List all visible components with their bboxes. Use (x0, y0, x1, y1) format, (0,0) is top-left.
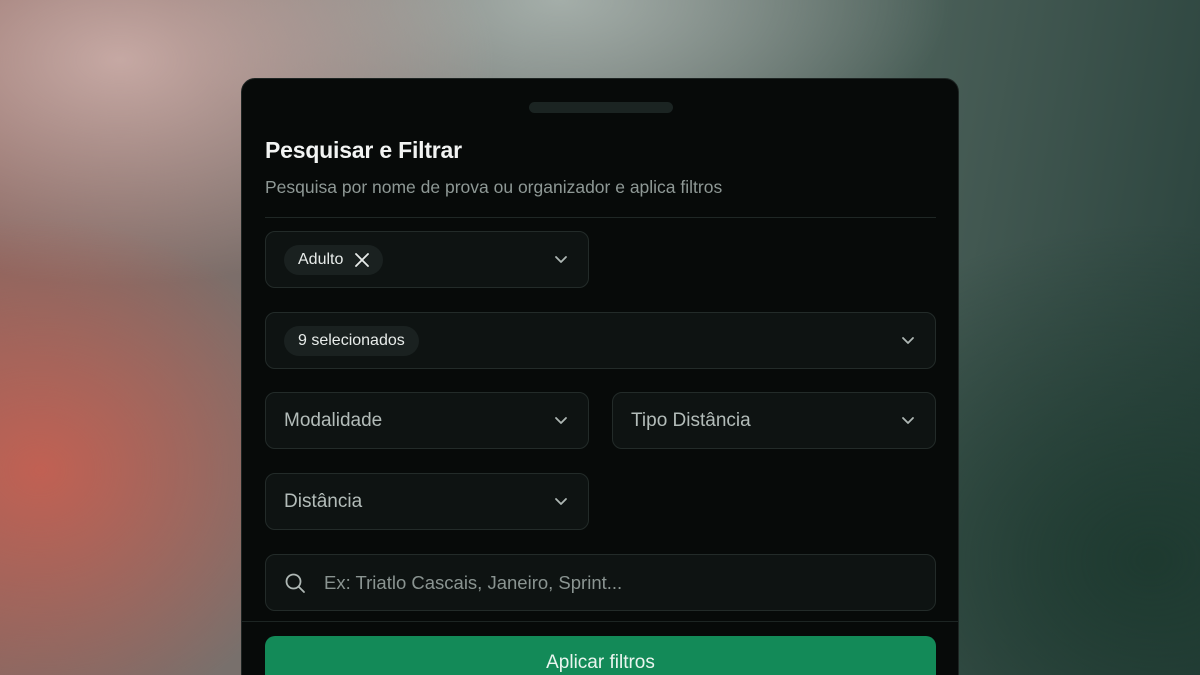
apply-filters-button[interactable]: Aplicar filtros (265, 636, 936, 675)
chevron-down-icon (902, 336, 914, 344)
chevron-down-icon (555, 416, 567, 424)
sheet-title: Pesquisar e Filtrar (265, 137, 462, 163)
search-placeholder: Ex: Triatlo Cascais, Janeiro, Sprint... (324, 572, 623, 593)
modality-select[interactable]: Modalidade (265, 392, 589, 449)
selected-chip: Adulto (284, 245, 384, 275)
chip-label: 9 selecionados (298, 332, 405, 349)
chip-label: Adulto (298, 251, 344, 268)
distance-type-placeholder: Tipo Distância (631, 410, 751, 431)
chevron-down-icon (555, 255, 567, 263)
distance-type-select[interactable]: Tipo Distância (612, 392, 936, 449)
chevron-down-icon (902, 416, 914, 424)
footer-divider (242, 621, 958, 622)
age-group-select[interactable]: Adulto (265, 231, 589, 288)
selected-count-chip: 9 selecionados (284, 326, 419, 356)
sheet-subtitle: Pesquisa por nome de prova ou organizado… (265, 177, 723, 197)
categories-select[interactable]: 9 selecionados (265, 312, 936, 369)
search-icon (285, 573, 305, 593)
search-input[interactable]: Ex: Triatlo Cascais, Janeiro, Sprint... (265, 554, 936, 611)
drag-handle[interactable] (529, 102, 673, 113)
filter-sheet: Pesquisar e Filtrar Pesquisa por nome de… (241, 78, 959, 675)
close-icon[interactable] (355, 253, 370, 267)
divider (265, 217, 936, 218)
distance-select[interactable]: Distância (265, 473, 589, 530)
chevron-down-icon (555, 497, 567, 505)
distance-placeholder: Distância (284, 491, 363, 512)
modality-placeholder: Modalidade (284, 410, 383, 431)
